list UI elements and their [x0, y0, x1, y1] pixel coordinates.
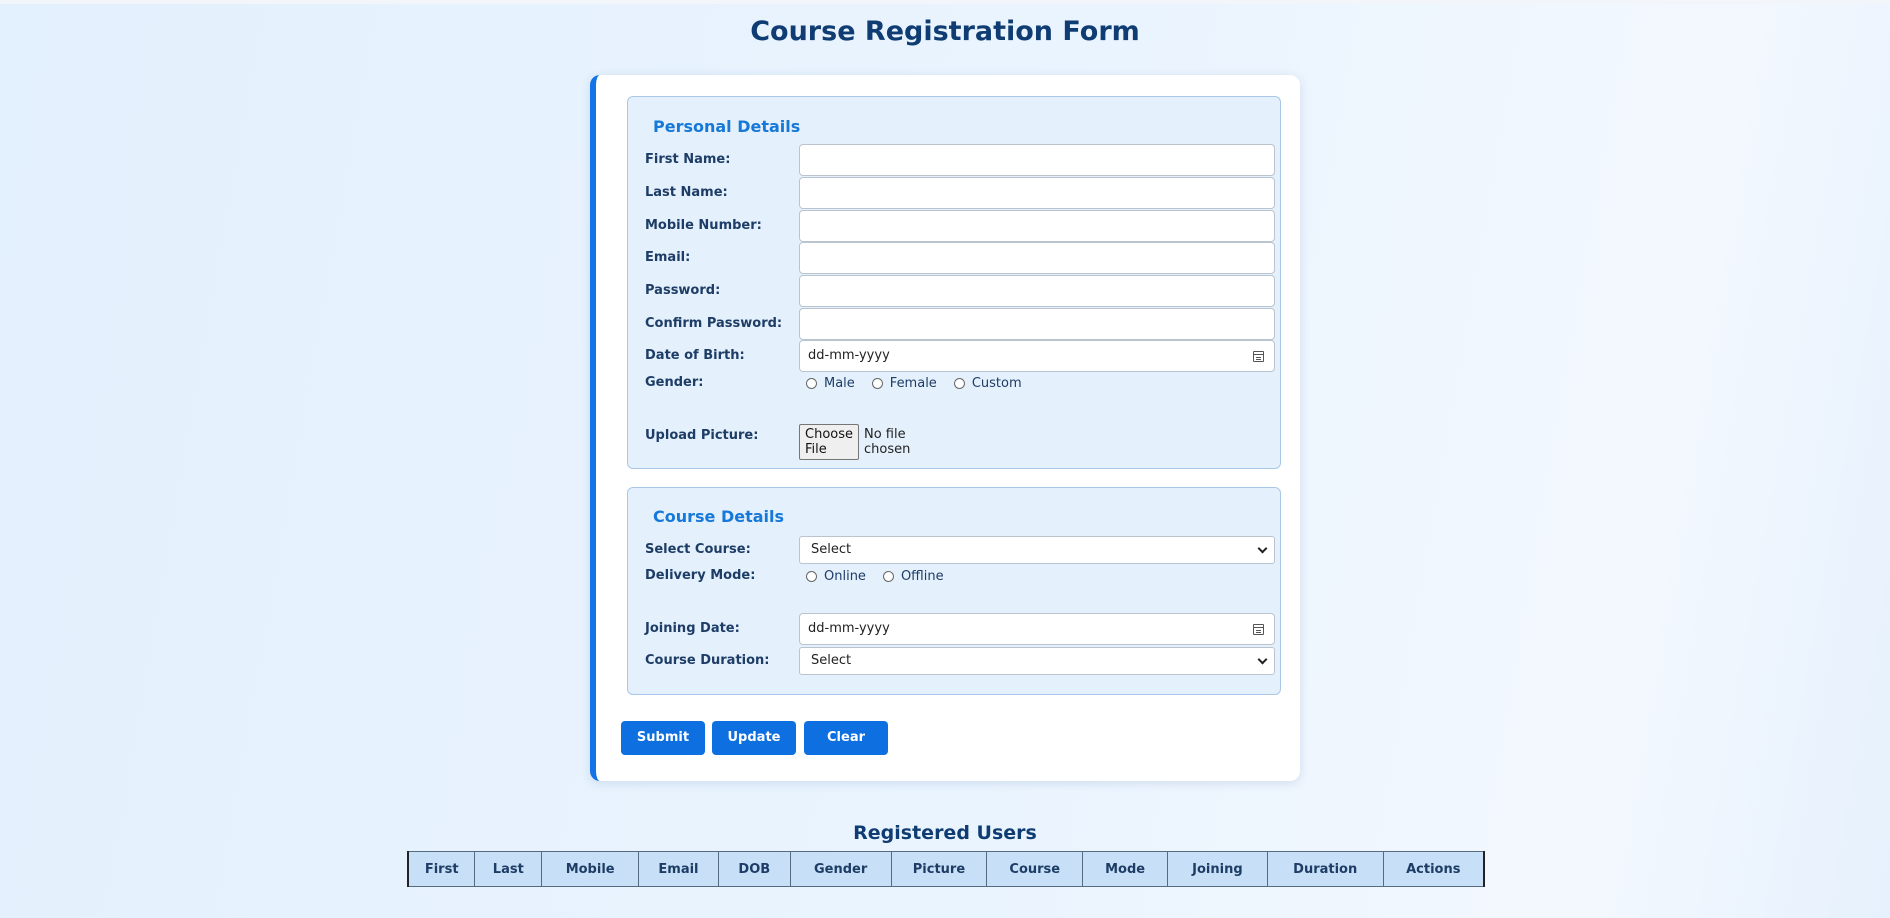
radio-offline[interactable]	[882, 570, 894, 582]
duration-dropdown[interactable]: Select	[799, 647, 1275, 675]
course-details-legend: Course Details	[653, 507, 785, 526]
radio-male[interactable]	[806, 377, 817, 389]
radio-online[interactable]	[806, 570, 817, 582]
column-header-gender: Gender	[789, 851, 892, 887]
radio-female[interactable]	[871, 377, 883, 389]
clear-button[interactable]: Clear	[804, 721, 888, 755]
confirm-password-label: Confirm Password:	[645, 316, 783, 331]
delivery-mode-label: Delivery Mode:	[645, 568, 756, 583]
personal-details-legend: Personal Details	[653, 117, 801, 136]
personal-details-fieldset: Personal Details First Name: Last Name: …	[627, 96, 1281, 469]
email-input[interactable]	[799, 242, 1275, 274]
file-input[interactable]: Choose File No file chosen	[799, 424, 910, 460]
first-name-input[interactable]	[799, 144, 1275, 176]
delivery-option-online[interactable]: Online	[799, 569, 866, 584]
column-header-course: Course	[986, 851, 1084, 887]
upload-label: Upload Picture:	[645, 428, 759, 443]
registered-users-title: Registered Users	[853, 822, 1037, 844]
top-border	[0, 0, 1890, 4]
gender-option-custom[interactable]: Custom	[947, 376, 1022, 391]
joining-date-value: dd-mm-yyyy	[808, 621, 890, 636]
gender-female-label: Female	[889, 375, 937, 391]
course-details-fieldset: Course Details Select Course: Select Del…	[627, 487, 1281, 695]
submit-button[interactable]: Submit	[621, 721, 705, 755]
gender-radio-group: Male Female Custom	[799, 367, 1032, 399]
column-header-email: Email	[638, 851, 719, 887]
delivery-mode-radio-group: Online Offline	[799, 560, 954, 592]
gender-custom-label: Custom	[971, 375, 1022, 391]
update-button[interactable]: Update	[712, 721, 796, 755]
radio-custom[interactable]	[953, 377, 965, 389]
dob-value: dd-mm-yyyy	[808, 348, 890, 363]
chevron-down-icon	[1257, 654, 1268, 665]
mobile-label: Mobile Number:	[645, 218, 762, 233]
email-label: Email:	[645, 250, 691, 265]
no-file-text: No file chosen	[864, 427, 911, 457]
confirm-password-input[interactable]	[799, 308, 1275, 340]
password-input[interactable]	[799, 275, 1275, 307]
column-header-first: First	[407, 851, 476, 887]
column-header-actions: Actions	[1382, 851, 1485, 887]
gender-male-label: Male	[824, 375, 855, 391]
chevron-down-icon	[1257, 543, 1268, 554]
column-header-picture: Picture	[890, 851, 988, 887]
password-label: Password:	[645, 283, 721, 298]
delivery-online-label: Online	[824, 568, 866, 584]
column-header-duration: Duration	[1266, 851, 1384, 887]
column-header-mode: Mode	[1082, 851, 1169, 887]
gender-option-female[interactable]: Female	[865, 376, 937, 391]
page-title: Course Registration Form	[750, 16, 1140, 47]
registered-users-table: First Last Mobile Email DOB Gender Pictu…	[407, 851, 1485, 887]
joining-date-input[interactable]: dd-mm-yyyy	[799, 613, 1275, 645]
calendar-icon[interactable]	[1253, 351, 1264, 362]
column-header-joining: Joining	[1167, 851, 1268, 887]
mobile-input[interactable]	[799, 210, 1275, 242]
delivery-offline-label: Offline	[900, 568, 944, 584]
calendar-icon[interactable]	[1253, 624, 1264, 635]
duration-label: Course Duration:	[645, 653, 770, 668]
joining-date-label: Joining Date:	[645, 621, 740, 636]
gender-label: Gender:	[645, 375, 704, 390]
gender-option-male[interactable]: Male	[799, 376, 855, 391]
delivery-option-offline[interactable]: Offline	[876, 569, 944, 584]
column-header-dob: DOB	[717, 851, 791, 887]
choose-file-button[interactable]: Choose File	[799, 424, 859, 460]
first-name-label: First Name:	[645, 152, 731, 167]
last-name-input[interactable]	[799, 177, 1275, 209]
select-course-value: Select	[811, 542, 852, 557]
column-header-mobile: Mobile	[541, 851, 640, 887]
column-header-last: Last	[474, 851, 543, 887]
table-header-row: First Last Mobile Email DOB Gender Pictu…	[407, 851, 1485, 887]
duration-value: Select	[811, 653, 852, 668]
registration-card: Personal Details First Name: Last Name: …	[590, 75, 1300, 781]
last-name-label: Last Name:	[645, 185, 728, 200]
